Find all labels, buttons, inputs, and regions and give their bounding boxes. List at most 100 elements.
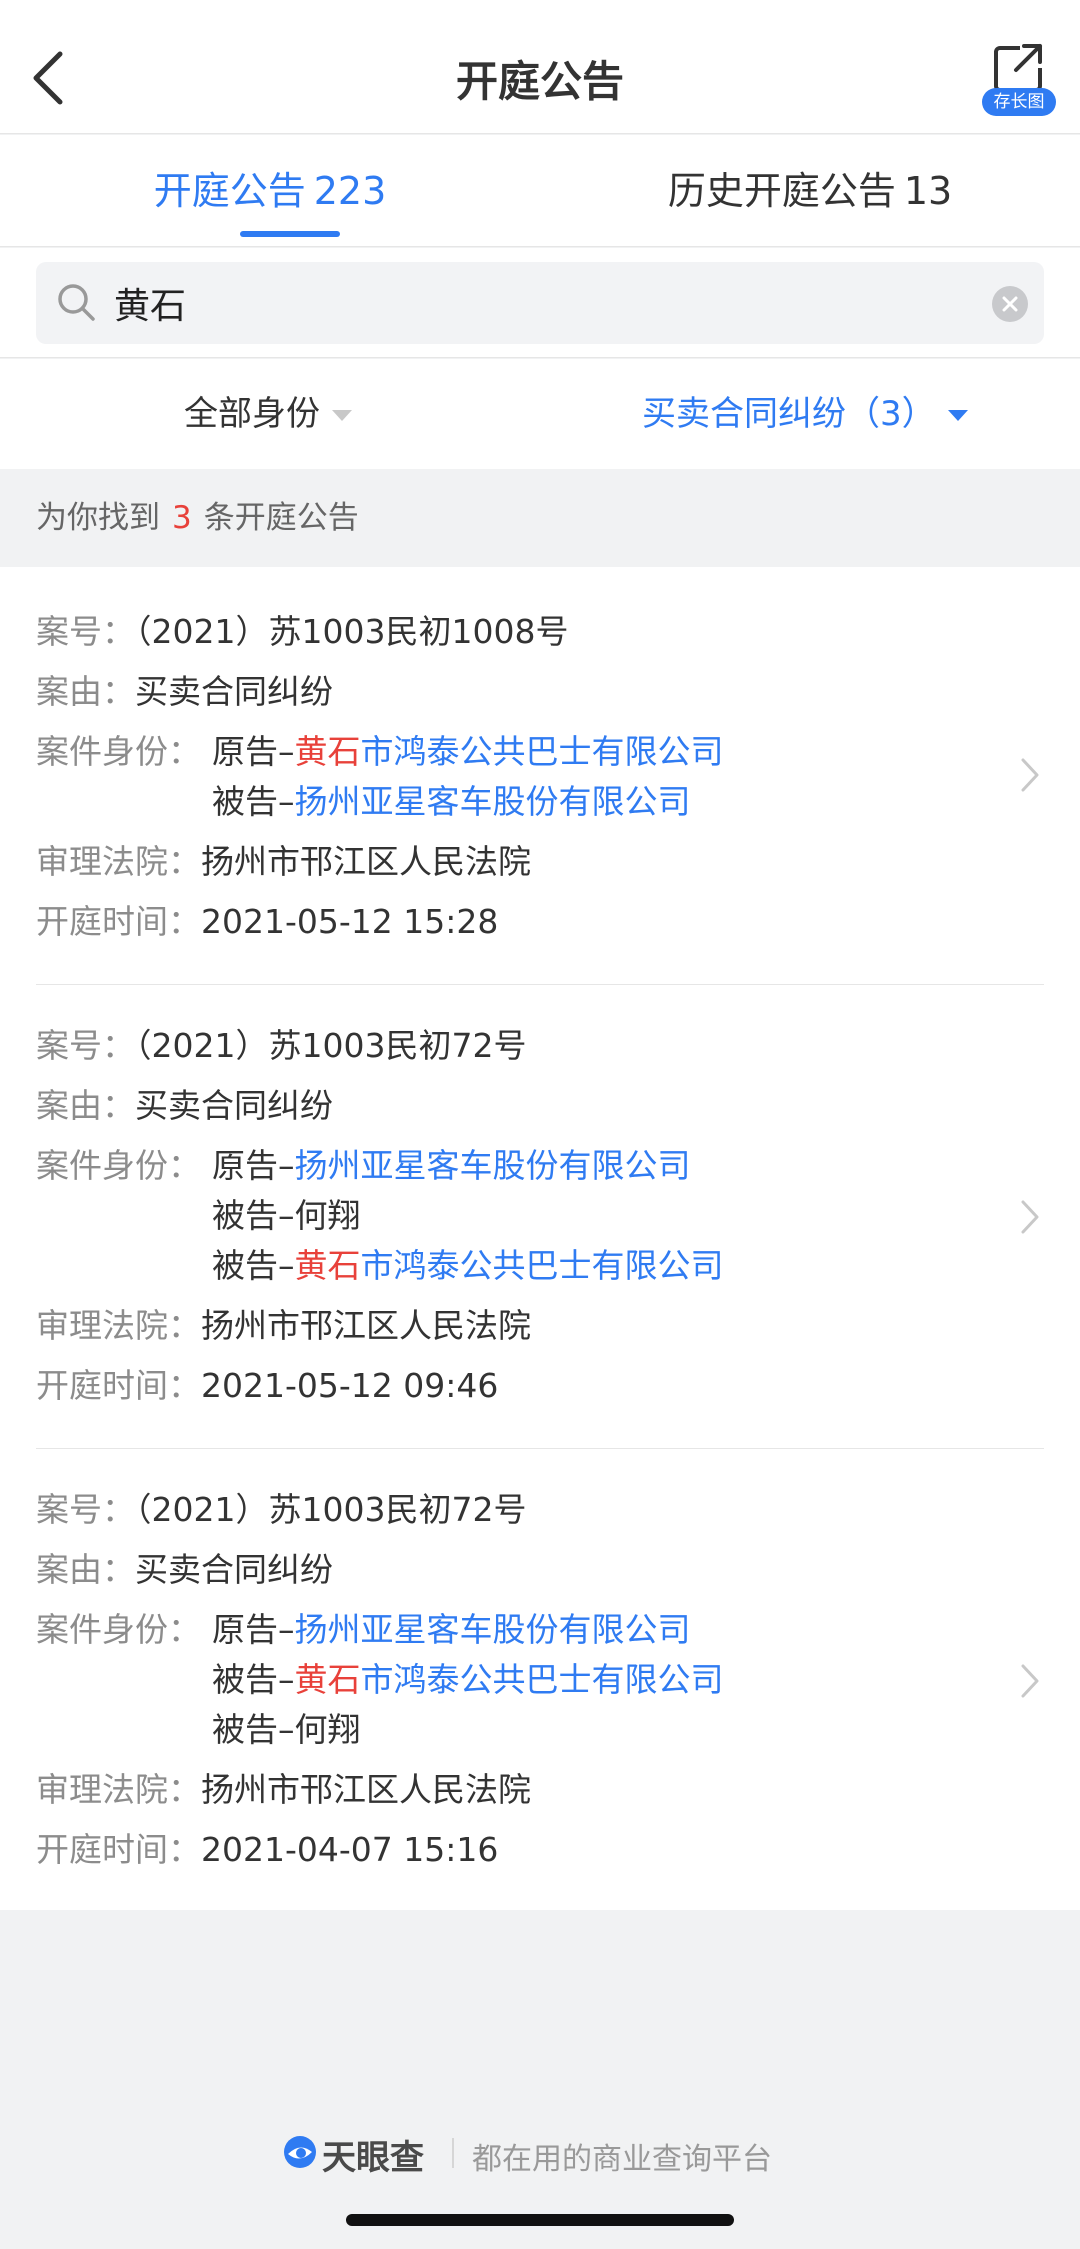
case-number-row: 案号：（2021）苏1003民初72号 xyxy=(36,1485,526,1535)
company-link[interactable]: 扬州亚星客车股份有限公司 xyxy=(295,782,691,821)
field-label: 案号： xyxy=(36,1490,135,1529)
case-cause: 买卖合同纠纷 xyxy=(135,1086,333,1125)
case-card[interactable]: 案号：（2021）苏1003民初72号 案由：买卖合同纠纷 案件身份： 原告–扬… xyxy=(0,985,1080,1449)
keyword-highlight: 黄石 xyxy=(294,1246,361,1285)
result-count-bar: 为你找到 3 条开庭公告 xyxy=(0,469,1080,567)
case-court: 扬州市邗江区人民法院 xyxy=(201,1770,531,1809)
case-cause-row: 案由：买卖合同纠纷 xyxy=(36,1545,333,1595)
field-label: 开庭时间： xyxy=(36,1830,201,1869)
party-line: 被告–何翔 xyxy=(212,1705,361,1755)
save-long-image-button[interactable]: 存长图 xyxy=(982,42,1056,116)
company-link[interactable]: 市鸿泰公共巴士有限公司 xyxy=(361,732,724,771)
search-box xyxy=(36,262,1044,344)
tab-count: 13 xyxy=(903,169,953,213)
tab-bar: 开庭公告 223 历史开庭公告 13 xyxy=(0,135,1080,247)
case-time-row: 开庭时间：2021-05-12 09:46 xyxy=(36,1361,498,1411)
tab-history-hearing-notices[interactable]: 历史开庭公告 13 xyxy=(540,135,1080,247)
filter-label: 全部身份 xyxy=(184,394,320,434)
case-identity-row: 案件身份： xyxy=(36,1605,201,1655)
company-link[interactable]: 市鸿泰公共巴士有限公司 xyxy=(361,1660,724,1699)
search-icon xyxy=(58,284,95,321)
keyword-highlight: 黄石 xyxy=(294,1660,361,1699)
party-line: 原告–扬州亚星客车股份有限公司 xyxy=(212,1141,691,1191)
party-role: 原告– xyxy=(212,1146,295,1185)
party-line: 被告–何翔 xyxy=(212,1191,361,1241)
case-time-row: 开庭时间：2021-05-12 15:28 xyxy=(36,897,498,947)
field-label: 案号： xyxy=(36,1026,135,1065)
case-court-row: 审理法院：扬州市邗江区人民法院 xyxy=(36,1301,531,1351)
brand-slogan: 都在用的商业查询平台 xyxy=(472,2142,772,2177)
case-number-row: 案号：（2021）苏1003民初1008号 xyxy=(36,607,568,657)
keyword-highlight: 黄石 xyxy=(294,732,361,771)
company-link[interactable]: 扬州亚星客车股份有限公司 xyxy=(295,1610,691,1649)
divider xyxy=(452,2138,454,2168)
case-card[interactable]: 案号：（2021）苏1003民初72号 案由：买卖合同纠纷 案件身份： 原告–扬… xyxy=(0,1449,1080,1910)
case-number-row: 案号：（2021）苏1003民初72号 xyxy=(36,1021,526,1071)
field-label: 开庭时间： xyxy=(36,902,201,941)
home-indicator[interactable] xyxy=(346,2214,734,2226)
case-time-row: 开庭时间：2021-04-07 15:16 xyxy=(36,1825,498,1875)
filter-bar: 全部身份 买卖合同纠纷（3） xyxy=(0,359,1080,469)
field-label: 案件身份： xyxy=(36,1146,201,1185)
party-role: 被告– xyxy=(212,1246,295,1285)
brand-name: 天眼查 xyxy=(322,2138,424,2178)
case-identity-row: 案件身份： xyxy=(36,727,201,777)
page-title: 开庭公告 xyxy=(455,57,624,106)
case-number: （2021）苏1003民初1008号 xyxy=(135,612,569,651)
result-count: 3 xyxy=(172,500,192,536)
tab-label: 历史开庭公告 xyxy=(667,169,896,213)
party-role: 被告–何翔 xyxy=(212,1196,361,1235)
share-export-icon xyxy=(994,44,1042,92)
tianyancha-logo-icon xyxy=(284,2136,316,2168)
clear-search-button[interactable] xyxy=(992,286,1028,322)
case-cause: 买卖合同纠纷 xyxy=(135,672,333,711)
field-label: 案号： xyxy=(36,612,135,651)
party-line: 原告–黄石市鸿泰公共巴士有限公司 xyxy=(212,727,724,777)
nav-bar: 开庭公告 存长图 xyxy=(0,0,1080,134)
field-label: 案由： xyxy=(36,1086,135,1125)
search-input[interactable] xyxy=(114,274,974,332)
field-label: 审理法院： xyxy=(36,842,201,881)
party-line: 原告–扬州亚星客车股份有限公司 xyxy=(212,1605,691,1655)
case-list: 案号：（2021）苏1003民初1008号 案由：买卖合同纠纷 案件身份： 原告… xyxy=(0,567,1080,1910)
filter-label: 买卖合同纠纷（3） xyxy=(642,394,936,434)
case-court-row: 审理法院：扬州市邗江区人民法院 xyxy=(36,837,531,887)
party-role: 被告–何翔 xyxy=(212,1710,361,1749)
case-card[interactable]: 案号：（2021）苏1003民初1008号 案由：买卖合同纠纷 案件身份： 原告… xyxy=(0,567,1080,985)
tab-count: 223 xyxy=(313,169,387,213)
field-label: 案件身份： xyxy=(36,732,201,771)
result-prefix: 为你找到 xyxy=(36,500,160,536)
case-identity-row: 案件身份： xyxy=(36,1141,201,1191)
case-number: （2021）苏1003民初72号 xyxy=(135,1490,527,1529)
case-court: 扬州市邗江区人民法院 xyxy=(201,842,531,881)
caret-down-icon xyxy=(332,409,352,421)
identity-filter-dropdown[interactable]: 全部身份 xyxy=(184,359,352,469)
party-role: 被告– xyxy=(212,1660,295,1699)
chevron-right-icon xyxy=(1021,1664,1039,1698)
footer: 天眼查 都在用的商业查询平台 xyxy=(0,2130,1080,2180)
party-role: 原告– xyxy=(212,1610,295,1649)
case-time: 2021-04-07 15:16 xyxy=(201,1830,499,1869)
case-number: （2021）苏1003民初72号 xyxy=(135,1026,527,1065)
party-line: 被告–扬州亚星客车股份有限公司 xyxy=(212,777,691,827)
case-type-filter-dropdown[interactable]: 买卖合同纠纷（3） xyxy=(642,359,968,469)
company-link[interactable]: 市鸿泰公共巴士有限公司 xyxy=(361,1246,724,1285)
field-label: 开庭时间： xyxy=(36,1366,201,1405)
field-label: 案件身份： xyxy=(36,1610,201,1649)
field-label: 审理法院： xyxy=(36,1306,201,1345)
chevron-right-icon xyxy=(1021,758,1039,792)
case-court-row: 审理法院：扬州市邗江区人民法院 xyxy=(36,1765,531,1815)
case-time: 2021-05-12 09:46 xyxy=(201,1366,499,1405)
company-link[interactable]: 扬州亚星客车股份有限公司 xyxy=(295,1146,691,1185)
result-suffix: 条开庭公告 xyxy=(203,500,359,536)
case-cause-row: 案由：买卖合同纠纷 xyxy=(36,667,333,717)
party-role: 被告– xyxy=(212,782,295,821)
case-time: 2021-05-12 15:28 xyxy=(201,902,499,941)
field-label: 案由： xyxy=(36,672,135,711)
close-icon xyxy=(1002,296,1018,312)
field-label: 审理法院： xyxy=(36,1770,201,1809)
save-badge: 存长图 xyxy=(982,88,1056,116)
case-cause: 买卖合同纠纷 xyxy=(135,1550,333,1589)
tab-indicator xyxy=(240,231,340,237)
party-line: 被告–黄石市鸿泰公共巴士有限公司 xyxy=(212,1241,724,1291)
